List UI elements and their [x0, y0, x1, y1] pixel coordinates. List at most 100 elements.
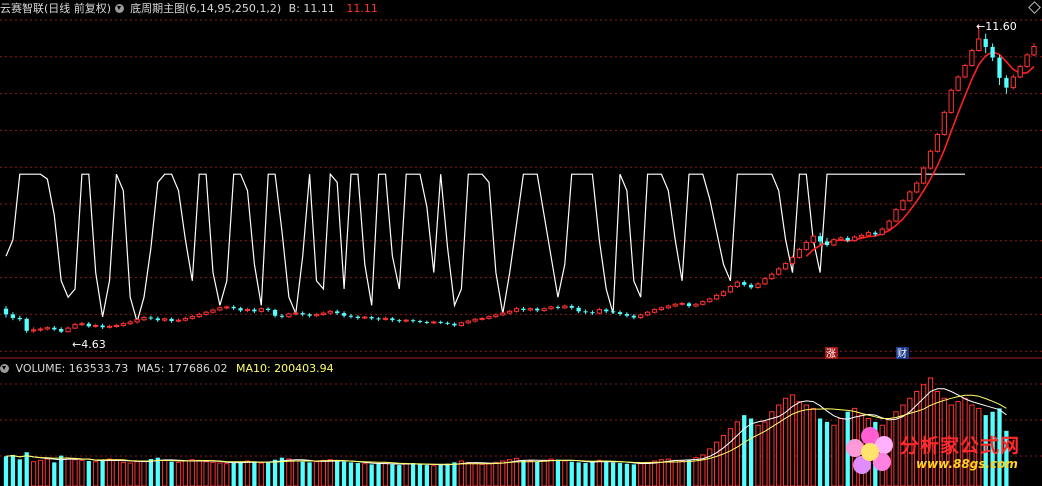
- candle: [348, 313, 354, 319]
- volume-bar: [707, 448, 713, 486]
- candle-body: [224, 306, 230, 309]
- candle: [742, 280, 747, 287]
- volume-bar: [672, 459, 678, 486]
- candle: [762, 276, 768, 286]
- candle: [217, 306, 223, 312]
- candle: [934, 132, 941, 153]
- volume-bar: [403, 463, 409, 486]
- candle-body: [983, 38, 988, 47]
- zhang-badge[interactable]: 涨: [826, 348, 836, 360]
- candle-body: [672, 303, 678, 307]
- candle-body: [403, 319, 409, 322]
- dropdown-arrow-icon[interactable]: [114, 4, 124, 13]
- candle-body: [1017, 65, 1023, 78]
- candle-body: [113, 324, 120, 327]
- candle: [300, 311, 305, 317]
- candle-body: [824, 241, 830, 246]
- candle-body: [293, 312, 299, 315]
- candle-body: [658, 307, 665, 311]
- candle-body: [244, 309, 251, 312]
- candle: [604, 308, 609, 314]
- volume-bar: [472, 463, 478, 486]
- volume-bar: [17, 459, 22, 486]
- candle: [127, 320, 133, 326]
- candle-body: [651, 309, 658, 313]
- candle-body: [535, 308, 540, 311]
- low-arrow: ←: [72, 338, 81, 351]
- candle-body: [776, 268, 782, 275]
- candle-body: [210, 309, 216, 313]
- candle-body: [590, 312, 595, 314]
- candle-body: [955, 76, 961, 91]
- volume-bar: [169, 461, 174, 486]
- volume-bar: [100, 460, 105, 486]
- candle: [382, 316, 389, 321]
- indicator-name[interactable]: 底周期主图(6,14,95,250,1,2): [130, 2, 281, 15]
- candle-body: [900, 200, 906, 211]
- volume-bar: [155, 457, 160, 486]
- candle: [624, 312, 630, 318]
- b-label: B: 11.11: [288, 2, 335, 15]
- dropdown-arrow-icon[interactable]: [0, 364, 9, 373]
- candle: [182, 316, 189, 322]
- volume-bar: [507, 459, 513, 486]
- cai-badge[interactable]: 财: [897, 347, 907, 360]
- candle: [72, 322, 78, 330]
- volume-bar: [831, 424, 837, 486]
- candle: [700, 300, 706, 306]
- candle: [30, 327, 37, 333]
- candle: [1024, 53, 1030, 68]
- candle-body: [679, 302, 685, 305]
- candle-body: [948, 89, 954, 113]
- candle: [955, 75, 961, 92]
- candle: [803, 240, 809, 251]
- candle: [252, 307, 257, 314]
- candle-body: [362, 316, 368, 319]
- volume-bar: [52, 462, 57, 486]
- volume-bar: [106, 458, 113, 486]
- candle: [486, 315, 492, 320]
- volume-bar: [452, 462, 457, 486]
- candle-body: [762, 278, 768, 285]
- candle-body: [438, 321, 443, 323]
- volume-bar: [189, 459, 195, 486]
- candle-body: [313, 313, 320, 317]
- candle: [617, 310, 623, 316]
- volume-bar: [266, 461, 271, 486]
- candle-body: [341, 313, 347, 316]
- candle-body: [24, 318, 29, 331]
- candle: [293, 311, 299, 316]
- candle-body: [548, 306, 554, 310]
- candle: [272, 308, 278, 318]
- volume-bar: [500, 460, 506, 486]
- candle-body: [100, 325, 105, 328]
- candle-body: [934, 133, 941, 152]
- candle-body: [390, 318, 395, 321]
- candle-body: [583, 311, 588, 313]
- candle-body: [10, 314, 16, 318]
- candle: [286, 312, 292, 318]
- candle: [796, 247, 803, 259]
- candle: [479, 317, 485, 321]
- candle-body: [182, 317, 189, 321]
- candle-body: [3, 308, 9, 315]
- stock-title[interactable]: 云赛智联(日线 前复权): [0, 2, 111, 15]
- volume-bar: [541, 459, 547, 486]
- candle: [672, 302, 678, 308]
- volume-bar: [238, 461, 243, 486]
- candle: [162, 317, 168, 322]
- volume-bar: [521, 460, 526, 486]
- candle: [914, 181, 920, 194]
- candle: [569, 304, 574, 310]
- candle-body: [700, 301, 706, 305]
- candle-body: [238, 308, 243, 311]
- volume-bar: [644, 461, 651, 486]
- volume-bar: [824, 421, 830, 486]
- candle: [93, 323, 99, 328]
- price-gridlines: [0, 19, 1042, 352]
- candle: [941, 110, 947, 136]
- candle: [203, 310, 209, 316]
- candle: [644, 310, 651, 317]
- candle-body: [327, 310, 333, 314]
- candle: [431, 320, 437, 325]
